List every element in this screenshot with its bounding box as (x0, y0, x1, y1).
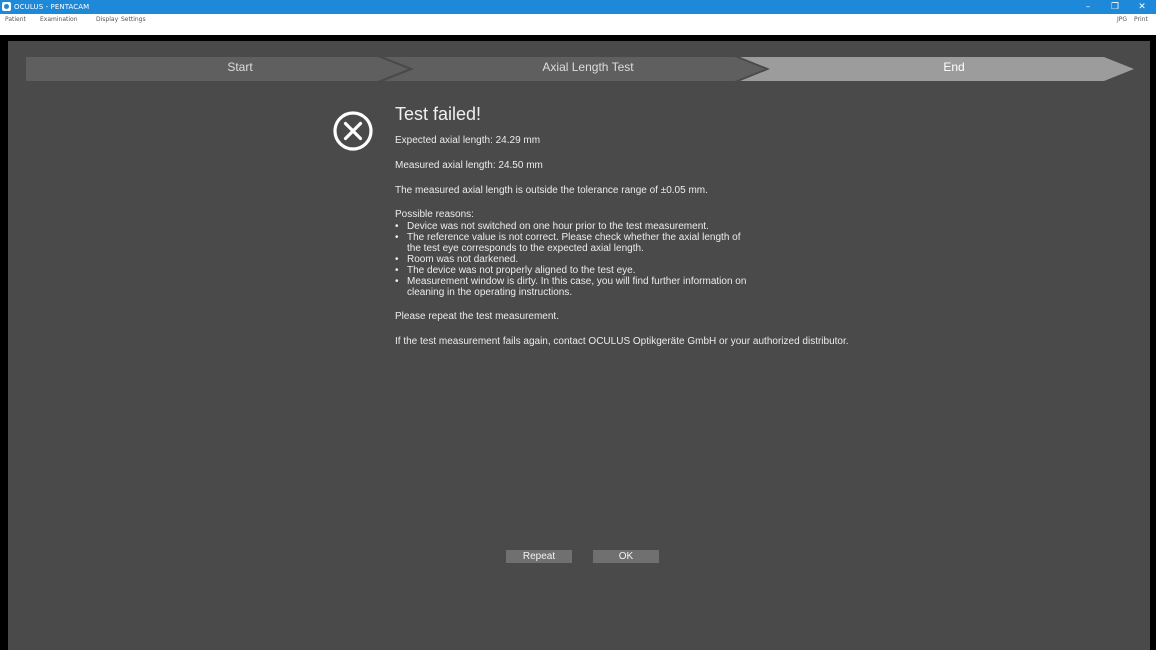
reason-text: The device was not properly aligned to t… (407, 265, 636, 276)
menu-examination[interactable]: Examination (40, 15, 78, 25)
reason-text: Room was not darkened. (407, 254, 519, 265)
menu-display[interactable]: Display (96, 15, 118, 25)
step-end-label: End (943, 60, 965, 74)
repeat-button[interactable]: Repeat (506, 550, 572, 563)
reason-item: • Room was not darkened. (395, 254, 1095, 265)
menu-settings[interactable]: Settings (121, 15, 146, 25)
x-circle-icon (333, 111, 373, 151)
ok-button[interactable]: OK (593, 550, 659, 563)
bullet-icon: • (395, 276, 399, 287)
bullet-icon: • (395, 265, 399, 276)
contact-note: If the test measurement fails again, con… (395, 336, 849, 347)
menu-patient[interactable]: Patient (5, 15, 26, 25)
reason-text: Device was not switched on one hour prio… (407, 221, 709, 232)
menu-bar: Patient Examination Display Settings JPG… (0, 14, 1156, 35)
app-logo-icon (2, 2, 11, 11)
possible-reasons: Possible reasons: • Device was not switch… (395, 209, 1095, 298)
bullet-icon: • (395, 221, 399, 232)
result-message: Test failed! Expected axial length: 24.2… (395, 103, 1095, 360)
minimize-button[interactable]: – (1077, 0, 1099, 14)
measured-length-text: Measured axial length: 24.50 mm (395, 160, 543, 171)
reason-item: • The reference value is not correct. Ple… (395, 232, 1095, 254)
menu-jpg[interactable]: JPG (1117, 15, 1127, 25)
menu-print[interactable]: Print (1134, 15, 1148, 25)
step-start-label: Start (227, 60, 253, 74)
bullet-icon: • (395, 254, 399, 265)
expected-length-text: Expected axial length: 24.29 mm (395, 135, 541, 146)
result-heading: Test failed! (395, 104, 482, 124)
window-title: OCULUS - PENTACAM (14, 3, 90, 11)
reason-text: Measurement window is dirty. In this cas… (407, 276, 747, 298)
reason-text: The reference value is not correct. Plea… (407, 232, 741, 254)
reason-item: • Measurement window is dirty. In this ca… (395, 276, 1095, 298)
step-axial-length-test-label: Axial Length Test (542, 60, 634, 74)
reasons-title: Possible reasons: (395, 209, 474, 220)
maximize-button[interactable]: ❐ (1104, 0, 1126, 14)
reason-item: • Device was not switched on one hour pri… (395, 221, 1095, 232)
bullet-icon: • (395, 232, 399, 243)
close-button[interactable]: ✕ (1131, 0, 1153, 14)
repeat-note: Please repeat the test measurement. (395, 311, 559, 322)
title-bar: OCULUS - PENTACAM – ❐ ✕ (0, 0, 1156, 14)
reason-item: • The device was not properly aligned to … (395, 265, 1095, 276)
tolerance-text: The measured axial length is outside the… (395, 185, 708, 196)
main-panel: Start Axial Length Test End Test failed!… (8, 41, 1150, 650)
